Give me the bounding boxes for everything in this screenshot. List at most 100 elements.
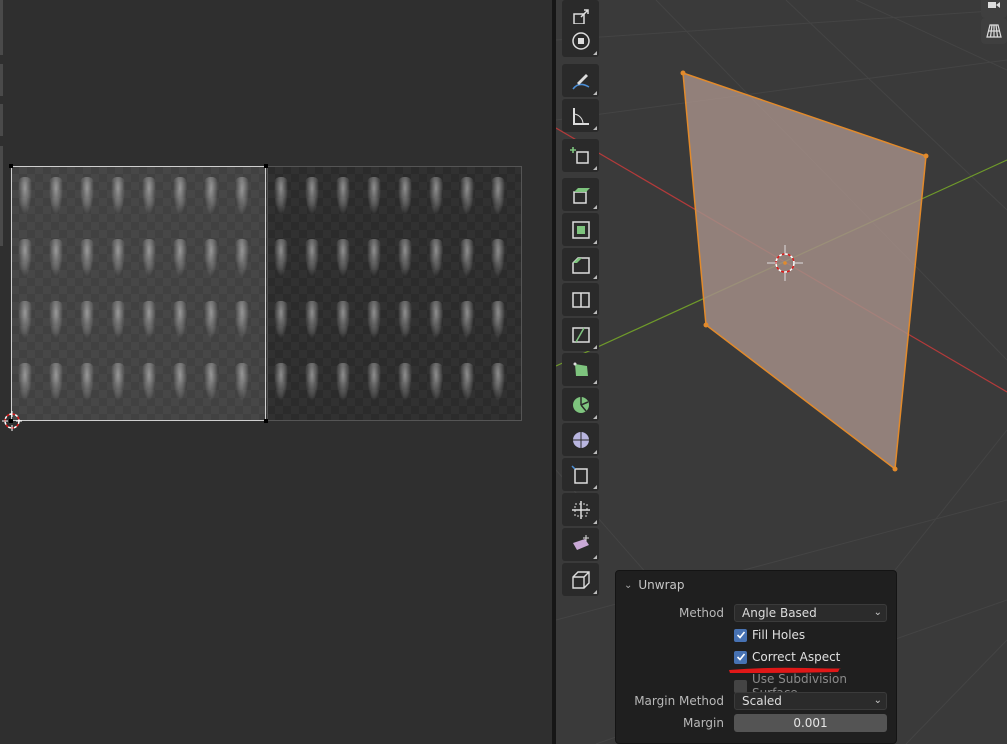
- smooth-tool-icon: [572, 431, 589, 448]
- tool-options-indicator: [593, 485, 597, 489]
- sprite-frame: [18, 363, 32, 401]
- correct-aspect-checkbox[interactable]: Correct Aspect: [734, 650, 840, 664]
- camera-view-icon[interactable]: [981, 0, 1007, 18]
- chevron-down-icon: ⌄: [873, 607, 882, 618]
- sprite-frame: [305, 239, 319, 277]
- sprite-frame: [80, 301, 94, 339]
- bevel-tool-button[interactable]: [562, 248, 599, 281]
- sprite-frame: [398, 363, 412, 401]
- sprite-frame: [429, 239, 443, 277]
- extrude-region-tool-button[interactable]: [562, 178, 599, 211]
- sprite-frame: [80, 363, 94, 401]
- shear-tool-icon: [572, 534, 589, 550]
- uv-vertex[interactable]: [9, 164, 13, 168]
- margin-label: Margin: [683, 716, 724, 730]
- sprite-frame: [111, 301, 125, 339]
- checkbox-checked-icon[interactable]: [734, 628, 747, 642]
- shrink-fatten-tool-icon: [571, 500, 590, 519]
- transform-tool-button[interactable]: [562, 24, 599, 57]
- fill-holes-checkbox[interactable]: Fill Holes: [734, 628, 805, 642]
- tool-options-indicator: [593, 345, 597, 349]
- sprite-frame: [336, 301, 350, 339]
- sprite-frame: [491, 301, 505, 339]
- spin-tool-button[interactable]: [562, 388, 599, 421]
- uv-texture-image: [11, 166, 522, 421]
- panel-header[interactable]: ⌄ Unwrap: [624, 577, 685, 593]
- edge-slide-tool-button[interactable]: [562, 458, 599, 491]
- uv-island-selected[interactable]: [11, 166, 266, 421]
- rip-region-tool-button[interactable]: [562, 563, 599, 596]
- uv-editor[interactable]: [0, 0, 552, 744]
- tool-options-indicator: [593, 91, 597, 95]
- checkbox-checked-icon[interactable]: [734, 650, 747, 664]
- sprite-frame: [173, 239, 187, 277]
- sprite-frame: [142, 239, 156, 277]
- sprite-frame: [274, 239, 288, 277]
- margin-number-field[interactable]: 0.001: [734, 714, 887, 732]
- sprite-frame: [111, 239, 125, 277]
- sprite-frame: [274, 363, 288, 401]
- sprite-frame: [274, 177, 288, 215]
- margin-method-select[interactable]: Scaled ⌄: [734, 692, 887, 710]
- sprite-frame: [367, 239, 381, 277]
- sprite-frame: [204, 301, 218, 339]
- fill-holes-label: Fill Holes: [752, 628, 806, 642]
- sprite-frame: [398, 301, 412, 339]
- sprite-frame: [173, 363, 187, 401]
- shrink-fatten-tool-button[interactable]: [562, 493, 599, 526]
- sprite-frame: [305, 177, 319, 215]
- sprite-frame: [336, 177, 350, 215]
- sprite-frame: [111, 177, 125, 215]
- bevel-tool-icon: [571, 256, 590, 274]
- sprite-frame: [49, 239, 63, 277]
- uv-vertex[interactable]: [264, 164, 268, 168]
- sprite-frame: [49, 301, 63, 339]
- sprite-frame: [305, 363, 319, 401]
- tool-options-indicator: [593, 51, 597, 55]
- uv-vertex[interactable]: [264, 419, 268, 423]
- inset-faces-tool-icon: [571, 220, 590, 239]
- sprite-frame: [491, 177, 505, 215]
- sprite-frame: [460, 301, 474, 339]
- loop-cut-tool-button[interactable]: [562, 283, 599, 316]
- sprite-frame: [336, 239, 350, 277]
- sprite-frame: [398, 177, 412, 215]
- measure-tool-icon: [572, 107, 589, 125]
- tool-options-indicator: [593, 415, 597, 419]
- sprite-frame: [18, 301, 32, 339]
- sprite-frame: [336, 363, 350, 401]
- texture-tile: [267, 166, 522, 421]
- 2d-cursor-icon[interactable]: [2, 411, 22, 431]
- sprite-frame: [305, 301, 319, 339]
- method-value: Angle Based: [742, 606, 817, 620]
- knife-tool-button[interactable]: [562, 318, 599, 351]
- sprite-frame: [429, 301, 443, 339]
- region-tab[interactable]: [0, 0, 3, 55]
- ortho-grid-toggle-icon[interactable]: [981, 18, 1007, 44]
- tool-options-indicator: [593, 166, 597, 170]
- checkbox-unchecked-icon[interactable]: [734, 679, 747, 693]
- region-tab[interactable]: [0, 64, 3, 96]
- add-cube-tool-icon: [569, 146, 589, 164]
- sprite-frame: [429, 177, 443, 215]
- sprite-frame: [80, 177, 94, 215]
- poly-build-tool-button[interactable]: [562, 353, 599, 386]
- tool-options-indicator: [593, 240, 597, 244]
- sprite-frame: [18, 239, 32, 277]
- region-tab[interactable]: [0, 104, 3, 136]
- sprite-frame: [49, 177, 63, 215]
- region-tab[interactable]: [0, 146, 3, 246]
- add-cube-tool-button[interactable]: [562, 139, 599, 172]
- chevron-down-icon[interactable]: ⌄: [624, 580, 632, 591]
- sprite-frame: [367, 177, 381, 215]
- tool-options-indicator: [593, 205, 597, 209]
- inset-faces-tool-button[interactable]: [562, 213, 599, 246]
- smooth-tool-button[interactable]: [562, 423, 599, 456]
- sprite-frame: [235, 177, 249, 215]
- shear-tool-button[interactable]: [562, 528, 599, 561]
- measure-tool-button[interactable]: [562, 99, 599, 132]
- sprite-frame: [460, 363, 474, 401]
- annotate-tool-button[interactable]: [562, 64, 599, 97]
- method-select[interactable]: Angle Based ⌄: [734, 604, 887, 622]
- tool-options-indicator: [593, 275, 597, 279]
